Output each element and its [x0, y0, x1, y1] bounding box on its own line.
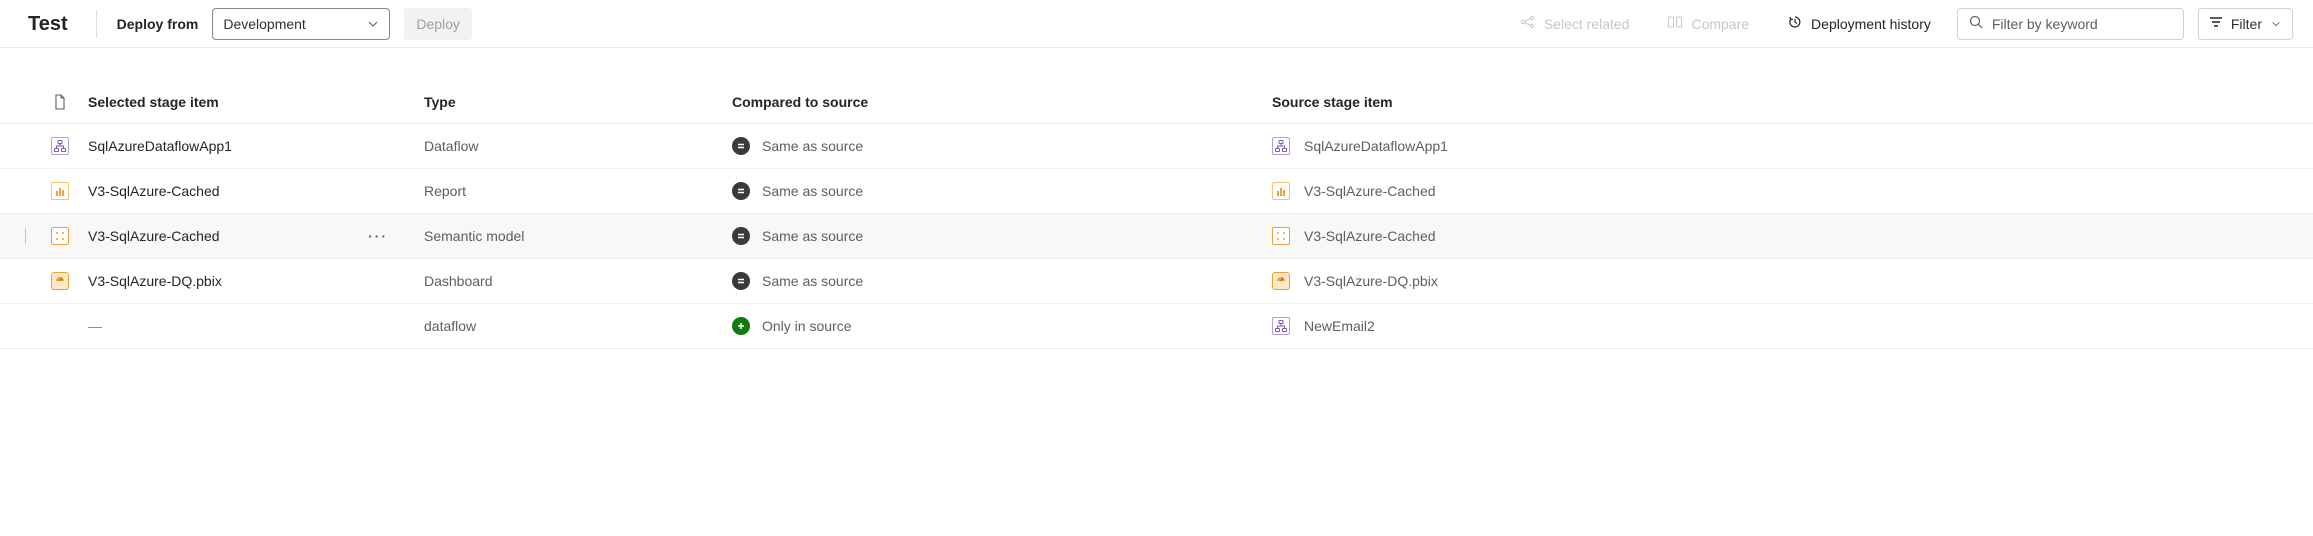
- filter-keyword-search[interactable]: [1957, 8, 2184, 40]
- row-checkbox-cell[interactable]: [0, 228, 40, 244]
- toolbar: Test Deploy from Development Deploy Sele…: [0, 0, 2313, 48]
- deploy-button[interactable]: Deploy: [404, 8, 472, 40]
- header-compared[interactable]: Compared to source: [724, 94, 1264, 110]
- equal-badge-icon: [732, 272, 750, 290]
- row-source-cell[interactable]: SqlAzureDataflowApp1: [1264, 137, 1964, 155]
- equal-badge-icon: [732, 182, 750, 200]
- source-item-name: SqlAzureDataflowApp1: [1304, 138, 1448, 154]
- compare-icon: [1667, 14, 1683, 33]
- source-item-name: V3-SqlAzure-Cached: [1304, 183, 1436, 199]
- compare-status-text: Same as source: [762, 183, 863, 199]
- row-source-cell[interactable]: NewEmail2: [1264, 317, 1964, 335]
- header-type[interactable]: Type: [416, 94, 724, 110]
- deployment-history-button[interactable]: Deployment history: [1775, 8, 1943, 40]
- document-icon: [53, 94, 67, 110]
- page-title: Test: [28, 10, 97, 38]
- report-icon: [1272, 182, 1290, 200]
- compare-button: Compare: [1655, 8, 1761, 40]
- chevron-down-icon: [2270, 18, 2282, 30]
- compare-status-text: Same as source: [762, 228, 863, 244]
- search-icon: [1968, 14, 1984, 33]
- item-name: V3-SqlAzure-DQ.pbix: [88, 273, 222, 289]
- row-compared-cell: Same as source: [724, 137, 1264, 155]
- report-icon: [51, 182, 69, 200]
- filter-button[interactable]: Filter: [2198, 8, 2293, 40]
- row-compared-cell: Same as source: [724, 227, 1264, 245]
- filter-keyword-input[interactable]: [1992, 16, 2173, 32]
- item-name: V3-SqlAzure-Cached: [88, 183, 220, 199]
- equal-badge-icon: [732, 137, 750, 155]
- row-name-cell[interactable]: V3-SqlAzure-Cached: [80, 183, 416, 199]
- row-type-cell: dataflow: [416, 318, 724, 334]
- deploy-from-label: Deploy from: [117, 16, 199, 32]
- dashboard-icon: [1272, 272, 1290, 290]
- table-row[interactable]: — dataflow Only in source NewEmail2: [0, 304, 2313, 349]
- row-compared-cell: Same as source: [724, 272, 1264, 290]
- row-type-cell: Report: [416, 183, 724, 199]
- filter-icon: [2209, 15, 2223, 32]
- dataflow-icon: [51, 137, 69, 155]
- semantic-model-icon: [1272, 227, 1290, 245]
- chevron-down-icon: [367, 18, 379, 30]
- row-source-cell[interactable]: V3-SqlAzure-Cached: [1264, 227, 1964, 245]
- equal-badge-icon: [732, 227, 750, 245]
- deploy-from-select[interactable]: Development: [212, 8, 390, 40]
- items-table: Selected stage item Type Compared to sou…: [0, 80, 2313, 349]
- source-item-name: V3-SqlAzure-DQ.pbix: [1304, 273, 1438, 289]
- deploy-from-value: Development: [223, 16, 306, 32]
- row-name-cell[interactable]: SqlAzureDataflowApp1: [80, 138, 416, 154]
- item-name: V3-SqlAzure-Cached: [88, 228, 220, 244]
- dashboard-icon: [51, 272, 69, 290]
- row-type-icon-cell: [40, 137, 80, 155]
- item-name: SqlAzureDataflowApp1: [88, 138, 232, 154]
- row-type-icon-cell: [40, 227, 80, 245]
- share-icon: [1520, 14, 1536, 33]
- plus-badge-icon: [732, 317, 750, 335]
- table-row[interactable]: V3-SqlAzure-Cached ··· Semantic model Same …: [0, 214, 2313, 259]
- source-item-name: V3-SqlAzure-Cached: [1304, 228, 1436, 244]
- row-name-cell[interactable]: V3-SqlAzure-DQ.pbix: [80, 273, 416, 289]
- row-type-cell: Dataflow: [416, 138, 724, 154]
- table-header: Selected stage item Type Compared to sou…: [0, 80, 2313, 124]
- compare-status-text: Only in source: [762, 318, 851, 334]
- history-icon: [1787, 14, 1803, 33]
- row-name-cell[interactable]: V3-SqlAzure-Cached ···: [80, 228, 416, 244]
- row-type-icon-cell: [40, 182, 80, 200]
- select-related-button: Select related: [1508, 8, 1642, 40]
- header-icon-cell[interactable]: [40, 94, 80, 110]
- item-name: —: [88, 318, 102, 334]
- compare-status-text: Same as source: [762, 138, 863, 154]
- header-selected[interactable]: Selected stage item: [80, 94, 416, 110]
- row-type-cell: Dashboard: [416, 273, 724, 289]
- more-options-icon[interactable]: ···: [368, 228, 408, 244]
- row-type-icon-cell: [40, 272, 80, 290]
- row-type-cell: Semantic model: [416, 228, 724, 244]
- row-source-cell[interactable]: V3-SqlAzure-Cached: [1264, 182, 1964, 200]
- checkbox-icon[interactable]: [14, 228, 26, 244]
- compare-status-text: Same as source: [762, 273, 863, 289]
- row-source-cell[interactable]: V3-SqlAzure-DQ.pbix: [1264, 272, 1964, 290]
- dataflow-icon: [1272, 317, 1290, 335]
- table-row[interactable]: V3-SqlAzure-Cached Report Same as source V3…: [0, 169, 2313, 214]
- table-row[interactable]: V3-SqlAzure-DQ.pbix Dashboard Same as sour…: [0, 259, 2313, 304]
- table-row[interactable]: SqlAzureDataflowApp1 Dataflow Same as sour…: [0, 124, 2313, 169]
- row-compared-cell: Same as source: [724, 182, 1264, 200]
- semantic-model-icon: [51, 227, 69, 245]
- header-source[interactable]: Source stage item: [1264, 94, 1964, 110]
- row-name-cell[interactable]: —: [80, 318, 416, 334]
- row-compared-cell: Only in source: [724, 317, 1264, 335]
- source-item-name: NewEmail2: [1304, 318, 1375, 334]
- dataflow-icon: [1272, 137, 1290, 155]
